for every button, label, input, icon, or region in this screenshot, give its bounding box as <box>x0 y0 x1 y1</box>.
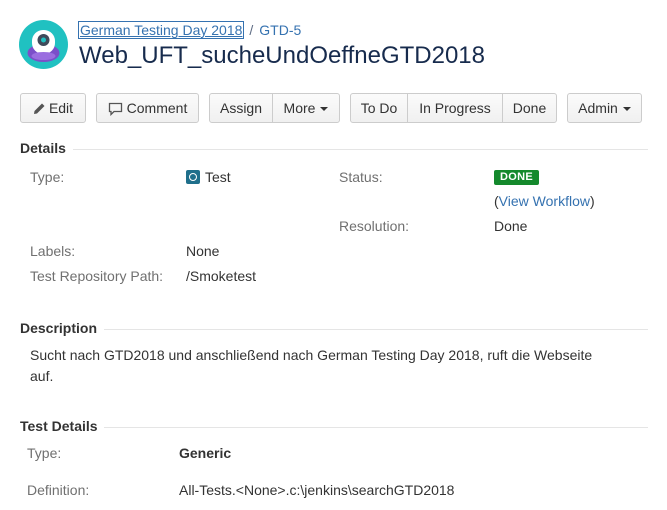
definition-label: Definition: <box>27 482 90 498</box>
description-divider <box>104 329 648 330</box>
more-dropdown-button[interactable]: More <box>272 93 340 123</box>
test-details-divider <box>104 427 648 428</box>
type-value: Test <box>186 169 231 185</box>
in-progress-button-label: In Progress <box>419 100 491 116</box>
description-text[interactable]: Sucht nach GTD2018 und anschließend nach… <box>30 345 610 387</box>
test-repository-path-value: /Smoketest <box>186 268 257 284</box>
issue-title[interactable]: Web_UFT_sucheUndOeffneGTD2018 <box>79 42 485 70</box>
assign-button[interactable]: Assign <box>209 93 273 123</box>
todo-button-label: To Do <box>360 100 398 116</box>
breadcrumb-project-link[interactable]: German Testing Day 2018 <box>77 21 245 39</box>
test-type-value: Generic <box>179 445 232 461</box>
test-type-icon <box>186 170 200 184</box>
pencil-icon <box>33 103 45 114</box>
breadcrumb: German Testing Day 2018/ GTD-5 <box>77 21 301 39</box>
type-value-text: Test <box>205 169 231 185</box>
admin-button-label: Admin <box>578 100 618 116</box>
breadcrumb-separator: / <box>249 22 254 38</box>
assign-button-label: Assign <box>219 100 263 116</box>
status-label: Status: <box>339 169 383 185</box>
project-avatar[interactable] <box>19 20 68 69</box>
description-heading[interactable]: Description <box>20 320 97 336</box>
comment-button-label: Comment <box>126 100 188 116</box>
done-transition-button[interactable]: Done <box>502 93 557 123</box>
test-type-label: Type: <box>27 445 62 461</box>
labels-value[interactable]: None <box>186 243 219 259</box>
chevron-down-icon <box>622 107 631 112</box>
definition-value: All-Tests.<None>.c:\jenkins\searchGTD201… <box>179 482 455 498</box>
resolution-value: Done <box>494 218 528 234</box>
chevron-down-icon <box>320 107 329 112</box>
done-button-label: Done <box>512 100 547 116</box>
todo-transition-button[interactable]: To Do <box>350 93 408 123</box>
resolution-label: Resolution: <box>339 218 410 234</box>
more-button-label: More <box>283 100 316 116</box>
breadcrumb-issue-key-link[interactable]: GTD-5 <box>259 22 301 38</box>
view-workflow-link[interactable]: View Workflow <box>499 193 590 209</box>
in-progress-transition-button[interactable]: In Progress <box>407 93 503 123</box>
test-details-heading[interactable]: Test Details <box>20 418 98 434</box>
edit-button[interactable]: Edit <box>20 93 86 123</box>
labels-label: Labels: <box>30 243 76 259</box>
details-heading[interactable]: Details <box>20 140 66 156</box>
comment-icon <box>108 102 122 117</box>
test-repository-path-label: Test Repository Path: <box>30 268 164 284</box>
details-divider <box>73 149 648 150</box>
view-workflow-wrapper: (View Workflow) <box>494 193 595 209</box>
edit-button-label: Edit <box>48 100 74 116</box>
comment-button[interactable]: Comment <box>96 93 199 123</box>
type-label: Type: <box>30 169 65 185</box>
admin-dropdown-button[interactable]: Admin <box>567 93 642 123</box>
status-badge: DONE <box>494 170 539 185</box>
